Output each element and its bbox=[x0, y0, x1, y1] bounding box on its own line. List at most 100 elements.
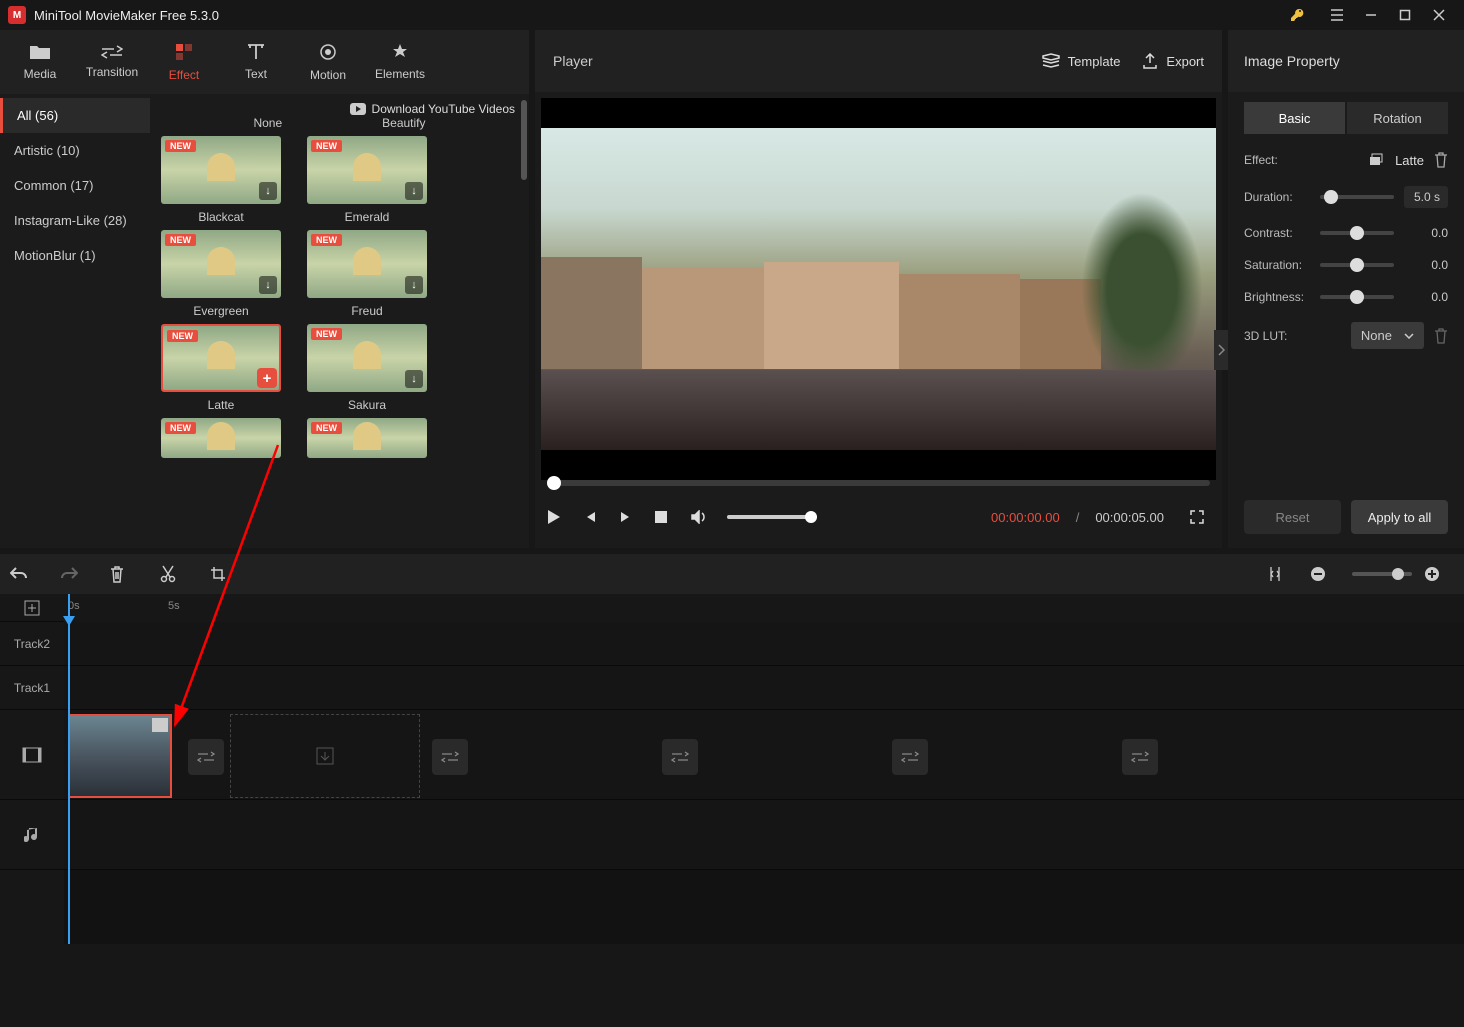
saturation-label: Saturation: bbox=[1244, 258, 1310, 272]
effect-emerald[interactable]: NEW↓ bbox=[307, 136, 427, 204]
template-icon bbox=[1042, 53, 1060, 69]
prev-frame-icon[interactable] bbox=[583, 510, 603, 524]
download-icon[interactable]: ↓ bbox=[405, 276, 423, 294]
scrollbar[interactable] bbox=[521, 100, 527, 180]
drop-zone[interactable] bbox=[230, 714, 420, 798]
tab-label: Motion bbox=[310, 68, 346, 82]
trash-icon[interactable] bbox=[1434, 152, 1448, 168]
export-icon bbox=[1142, 53, 1158, 69]
tab-motion[interactable]: Motion bbox=[292, 32, 364, 92]
download-icon[interactable]: ↓ bbox=[259, 182, 277, 200]
apply-all-button[interactable]: Apply to all bbox=[1351, 500, 1448, 534]
effect-thumb[interactable]: NEW bbox=[307, 418, 427, 458]
tab-elements[interactable]: Elements bbox=[364, 32, 436, 92]
contrast-slider[interactable] bbox=[1320, 231, 1394, 235]
lut-select[interactable]: None bbox=[1351, 322, 1424, 349]
category-common[interactable]: Common (17) bbox=[0, 168, 150, 203]
zoom-in-icon[interactable] bbox=[1424, 566, 1454, 582]
brightness-slider[interactable] bbox=[1320, 295, 1394, 299]
timeline-ruler[interactable]: 0s 5s bbox=[64, 594, 1464, 622]
clip-type-icon bbox=[152, 718, 168, 732]
stop-icon[interactable] bbox=[655, 511, 675, 523]
chevron-down-icon bbox=[1404, 333, 1414, 339]
saturation-value: 0.0 bbox=[1404, 258, 1448, 272]
maximize-icon[interactable] bbox=[1388, 0, 1422, 30]
effect-evergreen[interactable]: NEW↓ bbox=[161, 230, 281, 298]
track2[interactable] bbox=[64, 622, 1464, 666]
transition-slot[interactable] bbox=[662, 739, 698, 775]
tab-media[interactable]: Media bbox=[4, 32, 76, 92]
next-frame-icon[interactable] bbox=[619, 510, 639, 524]
download-icon[interactable]: ↓ bbox=[405, 370, 423, 388]
collapse-handle[interactable] bbox=[1214, 330, 1228, 370]
effect-grid: None Beautify NEW↓ Blackcat NEW↓ Emerald bbox=[150, 94, 529, 548]
category-motionblur[interactable]: MotionBlur (1) bbox=[0, 238, 150, 273]
fit-icon[interactable] bbox=[1268, 566, 1298, 582]
duration-slider[interactable] bbox=[1320, 195, 1394, 199]
transition-slot[interactable] bbox=[188, 739, 224, 775]
tab-label: Effect bbox=[169, 68, 199, 82]
category-artistic[interactable]: Artistic (10) bbox=[0, 133, 150, 168]
template-button[interactable]: Template bbox=[1042, 53, 1121, 69]
brightness-value: 0.0 bbox=[1404, 290, 1448, 304]
play-icon[interactable] bbox=[547, 509, 567, 525]
track2-label: Track2 bbox=[0, 622, 64, 666]
key-icon[interactable] bbox=[1280, 0, 1314, 30]
effect-blackcat[interactable]: NEW↓ bbox=[161, 136, 281, 204]
crop-icon[interactable] bbox=[210, 566, 240, 582]
timeline-clip[interactable] bbox=[68, 714, 172, 798]
effect-none-label: None bbox=[253, 116, 282, 130]
export-button[interactable]: Export bbox=[1142, 53, 1204, 69]
zoom-slider[interactable] bbox=[1352, 572, 1412, 576]
progress-bar[interactable] bbox=[547, 480, 1210, 486]
tab-transition[interactable]: Transition bbox=[76, 32, 148, 92]
track1[interactable] bbox=[64, 666, 1464, 710]
volume-slider[interactable] bbox=[727, 515, 817, 519]
category-all[interactable]: All (56) bbox=[0, 98, 150, 133]
app-logo: M bbox=[8, 6, 26, 24]
transition-icon bbox=[101, 45, 123, 59]
elements-icon bbox=[390, 43, 410, 61]
volume-icon[interactable] bbox=[691, 510, 711, 524]
effect-freud[interactable]: NEW↓ bbox=[307, 230, 427, 298]
effect-label: Latte bbox=[208, 398, 235, 412]
audio-track[interactable] bbox=[64, 800, 1464, 870]
download-icon[interactable]: ↓ bbox=[405, 182, 423, 200]
minimize-icon[interactable] bbox=[1354, 0, 1388, 30]
menu-icon[interactable] bbox=[1320, 0, 1354, 30]
duration-value[interactable]: 5.0 s bbox=[1404, 186, 1448, 208]
reset-button[interactable]: Reset bbox=[1244, 500, 1341, 534]
time-separator: / bbox=[1076, 510, 1080, 525]
tab-effect[interactable]: Effect bbox=[148, 32, 220, 92]
trash-icon[interactable] bbox=[1434, 328, 1448, 344]
cut-icon[interactable] bbox=[160, 565, 190, 583]
player-viewport[interactable] bbox=[541, 98, 1216, 480]
redo-icon[interactable] bbox=[60, 567, 90, 581]
download-icon[interactable]: ↓ bbox=[259, 276, 277, 294]
tab-text[interactable]: Text bbox=[220, 32, 292, 92]
effect-thumb[interactable]: NEW bbox=[161, 418, 281, 458]
timeline-body[interactable]: 0s 5s bbox=[64, 594, 1464, 944]
library-panel: Media Transition Effect Text Motion Elem… bbox=[0, 30, 529, 548]
category-instagram[interactable]: Instagram-Like (28) bbox=[0, 203, 150, 238]
saturation-slider[interactable] bbox=[1320, 263, 1394, 267]
trash-icon[interactable] bbox=[110, 565, 140, 583]
undo-icon[interactable] bbox=[10, 567, 40, 581]
tab-rotation[interactable]: Rotation bbox=[1347, 102, 1448, 134]
playhead[interactable] bbox=[68, 594, 70, 944]
fullscreen-icon[interactable] bbox=[1190, 510, 1210, 524]
effect-label: Freud bbox=[351, 304, 382, 318]
tool-tabs: Media Transition Effect Text Motion Elem… bbox=[0, 30, 529, 94]
time-total: 00:00:05.00 bbox=[1095, 510, 1164, 525]
effect-sakura[interactable]: NEW↓ bbox=[307, 324, 427, 392]
effect-label: Sakura bbox=[348, 398, 386, 412]
effect-latte[interactable]: NEW+ bbox=[161, 324, 281, 392]
add-track-button[interactable] bbox=[0, 594, 64, 622]
transition-slot[interactable] bbox=[892, 739, 928, 775]
zoom-out-icon[interactable] bbox=[1310, 566, 1340, 582]
tab-basic[interactable]: Basic bbox=[1244, 102, 1345, 134]
transition-slot[interactable] bbox=[432, 739, 468, 775]
plus-icon[interactable]: + bbox=[257, 368, 277, 388]
transition-slot[interactable] bbox=[1122, 739, 1158, 775]
close-icon[interactable] bbox=[1422, 0, 1456, 30]
